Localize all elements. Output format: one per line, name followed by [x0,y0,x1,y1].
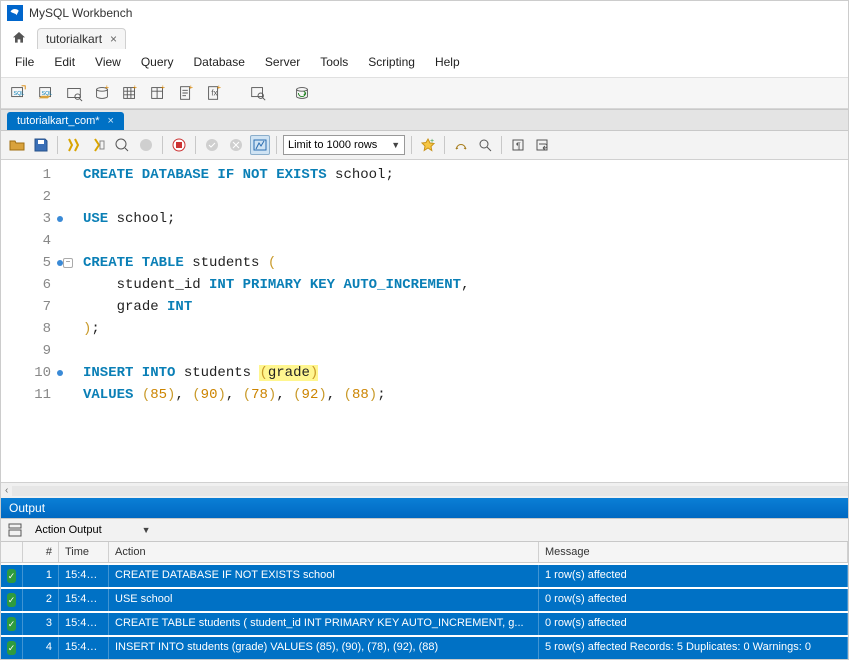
col-action: Action [109,542,539,562]
output-type-label: Action Output [35,524,102,536]
output-type-select[interactable]: Action Output ▼ [31,522,155,538]
output-toolbar: Action Output ▼ [1,518,848,542]
success-icon: ✓ [7,641,16,655]
explain-icon[interactable] [112,135,132,155]
svg-text:+: + [161,84,165,91]
stop-on-error-icon[interactable] [169,135,189,155]
reconnect-icon[interactable] [291,82,313,104]
separator [162,136,163,154]
separator [444,136,445,154]
title-bar: MySQL Workbench [1,1,848,25]
menu-query[interactable]: Query [133,53,182,71]
new-procedure-icon[interactable]: + [175,82,197,104]
new-function-icon[interactable]: fx+ [203,82,225,104]
separator [57,136,58,154]
commit-icon[interactable] [202,135,222,155]
output-row[interactable]: ✓415:48:57INSERT INTO students (grade) V… [1,637,848,659]
stop-icon[interactable] [136,135,156,155]
output-table: # Time Action Message ✓115:48:57CREATE D… [1,542,848,659]
close-icon[interactable]: × [108,115,114,127]
col-number: # [23,542,59,562]
col-time: Time [59,542,109,562]
output-panel-header: Output [1,498,848,518]
connection-tab-label: tutorialkart [46,32,102,46]
line-number-gutter: 12345−67891011 [1,160,59,482]
new-table-icon[interactable]: + [119,82,141,104]
success-icon: ✓ [7,569,16,583]
separator [501,136,502,154]
svg-text:+: + [217,84,221,91]
svg-text:+: + [105,84,109,91]
menu-server[interactable]: Server [257,53,308,71]
autocommit-toggle-icon[interactable] [250,135,270,155]
horizontal-scrollbar[interactable] [1,482,848,498]
toggle-wrap-icon[interactable] [532,135,552,155]
menu-file[interactable]: File [7,53,42,71]
svg-text:+: + [133,84,137,91]
menu-database[interactable]: Database [186,53,253,71]
svg-text:¶: ¶ [516,141,521,151]
output-row[interactable]: ✓215:48:57USE school0 row(s) affected [1,589,848,611]
svg-text:+: + [189,84,193,91]
chevron-down-icon: ▼ [391,140,400,150]
menu-scripting[interactable]: Scripting [360,53,423,71]
open-sql-file-icon[interactable]: SQL [35,82,57,104]
success-icon: ✓ [7,617,16,631]
limit-rows-label: Limit to 1000 rows [288,139,377,151]
editor-tab-strip: tutorialkart_com* × [1,109,848,131]
menu-tools[interactable]: Tools [312,53,356,71]
output-layout-icon[interactable] [7,522,23,538]
editor-tab-label: tutorialkart_com* [17,115,100,127]
new-sql-tab-icon[interactable]: SQL [7,82,29,104]
separator [276,136,277,154]
svg-text:+: + [430,138,434,145]
snippet-favorite-icon[interactable]: + [418,135,438,155]
search-table-data-icon[interactable] [247,82,269,104]
output-row[interactable]: ✓115:48:57CREATE DATABASE IF NOT EXISTS … [1,565,848,587]
code-area[interactable]: CREATE DATABASE IF NOT EXISTS school;USE… [59,160,848,482]
new-view-icon[interactable]: + [147,82,169,104]
app-icon [7,5,23,21]
success-icon: ✓ [7,593,16,607]
new-schema-icon[interactable]: + [91,82,113,104]
col-status [1,542,23,562]
output-table-header: # Time Action Message [1,542,848,563]
connection-tab-strip: tutorialkart × [1,25,848,49]
toggle-invisible-icon[interactable]: ¶ [508,135,528,155]
open-file-icon[interactable] [7,135,27,155]
save-icon[interactable] [31,135,51,155]
limit-rows-select[interactable]: Limit to 1000 rows ▼ [283,135,405,155]
execute-current-icon[interactable] [88,135,108,155]
home-button[interactable] [7,27,31,49]
col-message: Message [539,542,848,562]
menu-view[interactable]: View [87,53,129,71]
menu-help[interactable]: Help [427,53,468,71]
beautify-icon[interactable] [451,135,471,155]
rollback-icon[interactable] [226,135,246,155]
chevron-down-icon: ▼ [142,525,151,535]
execute-icon[interactable] [64,135,84,155]
output-row[interactable]: ✓315:48:57CREATE TABLE students ( studen… [1,613,848,635]
main-toolbar: SQL SQL + + + + fx+ [1,78,848,109]
inspector-icon[interactable] [63,82,85,104]
editor-toolbar: Limit to 1000 rows ▼ + ¶ [1,131,848,160]
separator [411,136,412,154]
close-icon[interactable]: × [110,32,117,46]
separator [195,136,196,154]
editor-tab[interactable]: tutorialkart_com* × [7,112,124,130]
sql-editor[interactable]: 12345−67891011 CREATE DATABASE IF NOT EX… [1,160,848,482]
app-title: MySQL Workbench [29,6,132,20]
menu-bar: FileEditViewQueryDatabaseServerToolsScri… [1,49,848,78]
svg-text:SQL: SQL [14,91,25,97]
menu-edit[interactable]: Edit [46,53,83,71]
connection-tab[interactable]: tutorialkart × [37,28,126,49]
find-icon[interactable] [475,135,495,155]
